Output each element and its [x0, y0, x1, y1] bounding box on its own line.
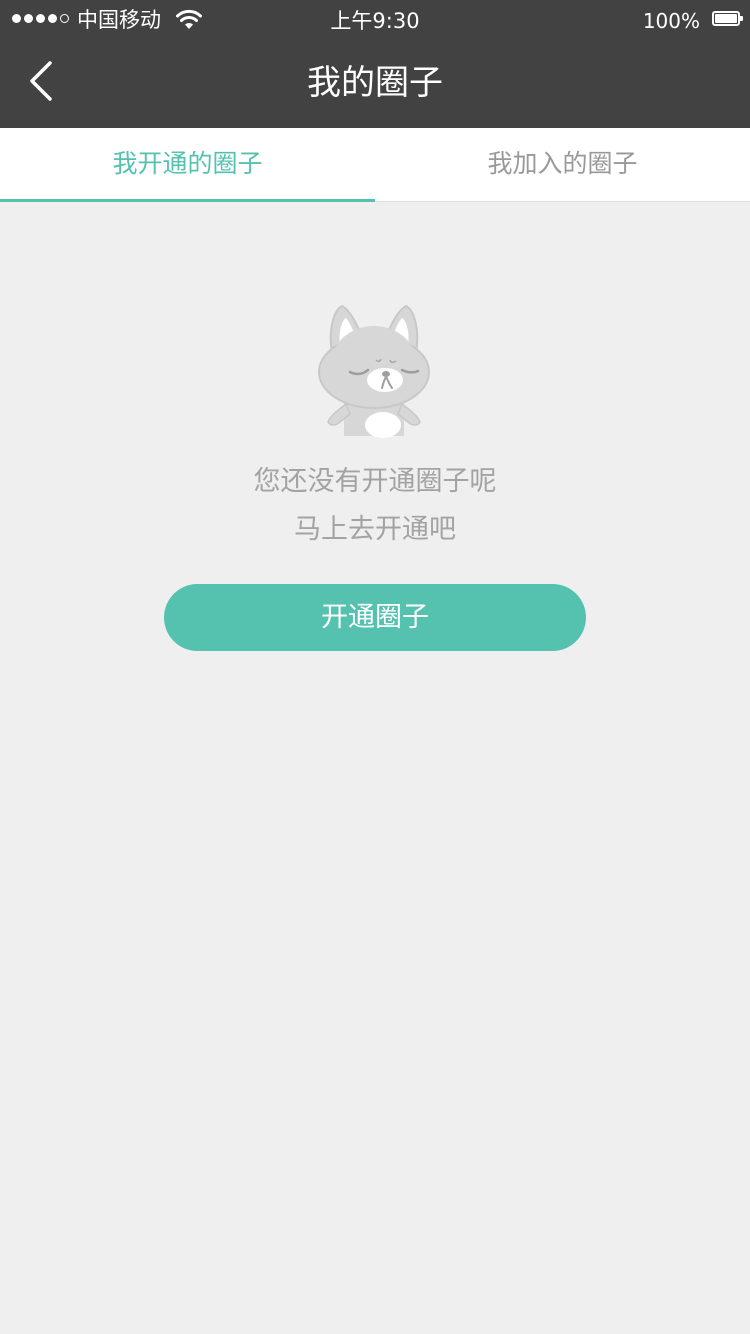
sleeping-dog-icon: [310, 300, 440, 440]
open-circle-button[interactable]: 开通圈子: [164, 584, 586, 651]
tab-my-opened-circles[interactable]: 我开通的圈子: [0, 128, 375, 202]
active-tab-indicator: [0, 199, 375, 202]
empty-state-hint: 马上去开通吧: [294, 514, 456, 545]
top-bar: 中国移动 上午9:30 100% 我的圈子: [0, 0, 750, 128]
battery-icon: [712, 11, 743, 26]
page-title: 我的圈子: [307, 63, 443, 103]
empty-state-message: 您还没有开通圈子呢: [253, 466, 497, 497]
status-time: 上午9:30: [330, 9, 420, 33]
tab-my-joined-circles[interactable]: 我加入的圈子: [375, 128, 750, 202]
battery-percent: 100%: [642, 9, 700, 33]
status-bar: 中国移动 上午9:30 100%: [0, 0, 750, 40]
tab-bar: 我开通的圈子 我加入的圈子: [0, 128, 750, 202]
